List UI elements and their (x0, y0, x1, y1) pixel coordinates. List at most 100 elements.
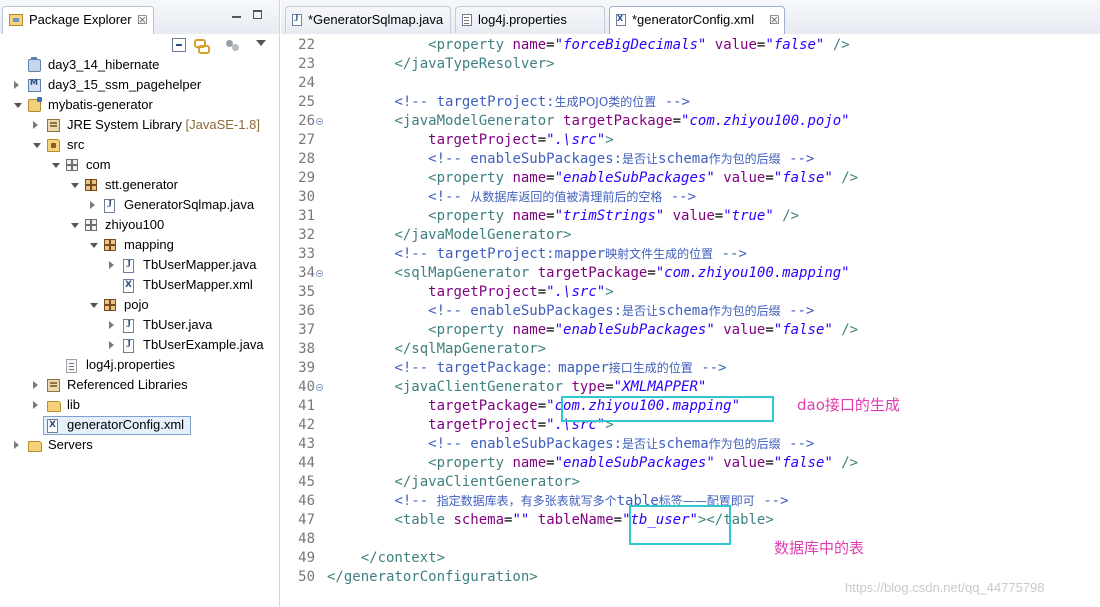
tree-item-label: generatorConfig.xml (67, 417, 185, 432)
line-number: 36 (298, 303, 315, 319)
package-explorer-title: Package Explorer (29, 12, 132, 27)
tree-item[interactable]: TbUser.java (0, 316, 279, 336)
tree-item[interactable]: TbUserMapper.xml (0, 276, 279, 296)
collapsed-arrow-icon[interactable] (109, 321, 114, 329)
code-text: <property name="enableSubPackages" value… (428, 322, 859, 338)
tree-item[interactable]: TbUserExample.java (0, 336, 279, 356)
code-line: 43 <!-- enableSubPackages:是否让schema作为包的后… (281, 435, 1100, 454)
collapse-all-icon[interactable] (172, 38, 186, 52)
line-number: 29 (298, 170, 315, 186)
package-explorer-tab[interactable]: Package Explorer ☒ (2, 6, 154, 34)
line-number: 23 (298, 56, 315, 72)
filter-icon[interactable] (226, 38, 240, 52)
collapsed-arrow-icon[interactable] (33, 121, 38, 129)
line-number: 46 (298, 493, 315, 509)
line-number: 43 (298, 436, 315, 452)
tree-item[interactable]: pojo (0, 296, 279, 316)
tree-item[interactable]: com (0, 156, 279, 176)
tree-item[interactable]: lib (0, 396, 279, 416)
code-line: 35 targetProject=".\src"> (281, 283, 1100, 302)
code-line: 25 <!-- targetProject:生成POJO类的位置 --> (281, 93, 1100, 112)
tree-item-label: day3_14_hibernate (48, 57, 160, 72)
tree-item[interactable]: generatorConfig.xml (0, 416, 279, 436)
tree-item[interactable]: log4j.properties (0, 356, 279, 376)
tab-generatorsqlmap-java[interactable]: *GeneratorSqlmap.java (285, 6, 451, 33)
expanded-arrow-icon[interactable] (52, 163, 60, 168)
link-with-editor-icon[interactable] (194, 38, 210, 54)
expanded-arrow-icon[interactable] (71, 183, 79, 188)
tree-item[interactable]: mapping (0, 236, 279, 256)
xml-file-icon (616, 14, 626, 26)
tab-label: *GeneratorSqlmap.java (308, 12, 444, 27)
line-number: 37 (298, 322, 315, 338)
project-icon (28, 57, 41, 72)
fold-collapse-icon[interactable] (316, 118, 323, 125)
tree-item[interactable]: day3_15_ssm_pagehelper (0, 76, 279, 96)
code-text: </generatorConfiguration> (327, 569, 538, 585)
fold-collapse-icon[interactable] (316, 270, 323, 277)
tree-item[interactable]: JRE System Library [JavaSE-1.8] (0, 116, 279, 136)
tree-item-label: GeneratorSqlmap.java (124, 197, 255, 212)
code-text: <!-- enableSubPackages:是否让schema作为包的后缀 -… (428, 303, 815, 319)
tree-item[interactable]: zhiyou100 (0, 216, 279, 236)
tab-log4j-properties[interactable]: log4j.properties (455, 6, 605, 33)
maximize-icon[interactable] (253, 10, 262, 19)
collapsed-arrow-icon[interactable] (109, 261, 114, 269)
collapsed-arrow-icon[interactable] (33, 401, 38, 409)
code-line: 39 <!-- targetPackage：mapper接口生成的位置 --> (281, 359, 1100, 378)
collapsed-arrow-icon[interactable] (33, 381, 38, 389)
code-text: <!-- enableSubPackages:是否让schema作为包的后缀 -… (428, 151, 815, 167)
tree-item-label: TbUserExample.java (143, 337, 264, 352)
code-text: <!-- targetProject:mapper映射文件生成的位置 --> (394, 246, 747, 262)
tree-item[interactable]: Servers (0, 436, 279, 456)
tree-item[interactable]: mybatis-generator (0, 96, 279, 116)
code-text: <property name="enableSubPackages" value… (428, 170, 859, 186)
tab-label: *generatorConfig.xml (632, 12, 755, 27)
code-text: <property name="trimStrings" value="true… (428, 208, 800, 224)
tab-generatorconfig-xml[interactable]: *generatorConfig.xml ☒ (609, 6, 785, 34)
code-text: <!-- enableSubPackages:是否让schema作为包的后缀 -… (428, 436, 815, 452)
collapsed-arrow-icon[interactable] (90, 201, 95, 209)
line-number: 50 (298, 569, 315, 585)
tree-item[interactable]: src (0, 136, 279, 156)
collapsed-arrow-icon[interactable] (14, 81, 19, 89)
tree-item[interactable]: stt.generator (0, 176, 279, 196)
line-number: 42 (298, 417, 315, 433)
code-text: </javaTypeResolver> (394, 56, 555, 72)
code-line: 30 <!-- 从数据库返回的值被清理前后的空格 --> (281, 188, 1100, 207)
fold-collapse-icon[interactable] (316, 384, 323, 391)
tree-item[interactable]: GeneratorSqlmap.java (0, 196, 279, 216)
annotation-table-label: 数据库中的表 (774, 539, 865, 557)
close-icon[interactable]: ☒ (137, 14, 148, 26)
line-number: 27 (298, 132, 315, 148)
code-line: 44 <property name="enableSubPackages" va… (281, 454, 1100, 473)
code-text: <javaModelGenerator targetPackage="com.z… (394, 113, 850, 129)
tree-item[interactable]: Referenced Libraries (0, 376, 279, 396)
code-line: 34 <sqlMapGenerator targetPackage="com.z… (281, 264, 1100, 283)
tree-item[interactable]: day3_14_hibernate (0, 56, 279, 76)
maven-project-icon (28, 78, 41, 92)
code-text: targetProject=".\src"> (428, 132, 614, 148)
source-folder-icon (47, 139, 60, 152)
expanded-arrow-icon[interactable] (90, 243, 98, 248)
code-line: 45 </javaClientGenerator> (281, 473, 1100, 492)
package-empty-icon (66, 159, 78, 171)
minimize-icon[interactable] (232, 10, 242, 20)
java-file-icon (123, 319, 134, 333)
tree-item[interactable]: TbUserMapper.java (0, 256, 279, 276)
code-line: 29 <property name="enableSubPackages" va… (281, 169, 1100, 188)
line-number: 49 (298, 550, 315, 566)
line-number: 32 (298, 227, 315, 243)
expanded-arrow-icon[interactable] (33, 143, 41, 148)
view-menu-icon[interactable] (256, 40, 266, 46)
collapsed-arrow-icon[interactable] (14, 441, 19, 449)
collapsed-arrow-icon[interactable] (109, 341, 114, 349)
expanded-arrow-icon[interactable] (90, 303, 98, 308)
close-icon[interactable]: ☒ (769, 14, 780, 26)
expanded-arrow-icon[interactable] (71, 223, 79, 228)
line-number: 26 (298, 113, 315, 129)
expanded-arrow-icon[interactable] (14, 103, 22, 108)
code-line: 37 <property name="enableSubPackages" va… (281, 321, 1100, 340)
line-number: 38 (298, 341, 315, 357)
line-number: 44 (298, 455, 315, 471)
